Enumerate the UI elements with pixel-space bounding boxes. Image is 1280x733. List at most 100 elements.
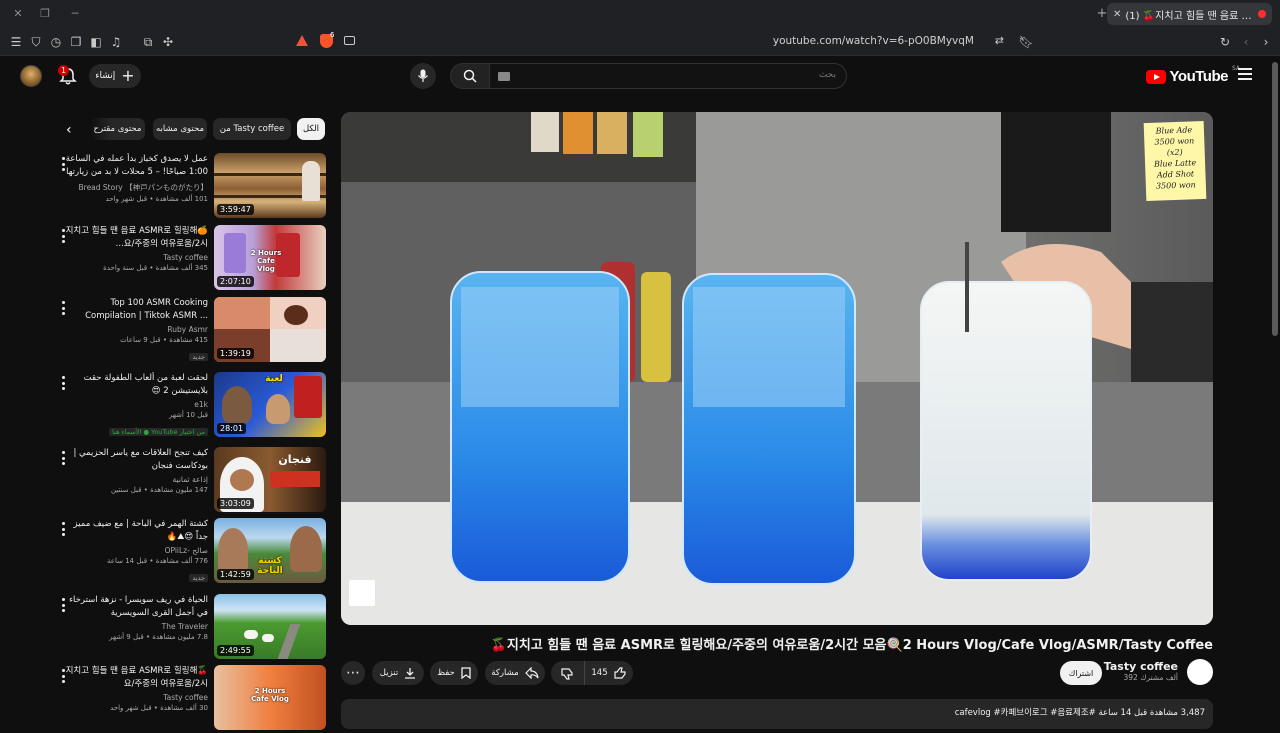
- menu-card-line: 3500 won: [1155, 180, 1196, 191]
- video-thumbnail[interactable]: لعبة 28:01: [214, 372, 326, 437]
- video-title[interactable]: الحياة في ريف سويسرا - نزهة استرخاء في أ…: [62, 594, 208, 620]
- chip-similar[interactable]: محتوى مشابه: [153, 118, 207, 140]
- channel-avatar[interactable]: [1187, 659, 1213, 685]
- search-button[interactable]: [450, 63, 490, 89]
- channel-name[interactable]: Ruby Asmr: [62, 325, 208, 334]
- address-bar[interactable]: 6 youtube.com/watch?v=6-pO0BMyvqM ⇄: [290, 31, 1010, 53]
- channel-name[interactable]: Tasty coffee: [62, 693, 208, 702]
- menu-icon[interactable]: ☰: [8, 34, 24, 50]
- video-title[interactable]: عمل لا يصدق كخباز بدأ عمله في الساعة 1:0…: [62, 153, 208, 180]
- list-item[interactable]: كشتة الهمر في الباحة | مع ضيف مميز جداً …: [56, 518, 326, 586]
- youtube-logo[interactable]: YouTube SA: [1145, 65, 1240, 85]
- view-info: 415 مشاهدة • قبل 9 ساعات: [120, 336, 208, 344]
- back-icon[interactable]: ‹: [1238, 34, 1254, 50]
- music-icon[interactable]: ♫: [108, 34, 124, 50]
- description-box[interactable]: 3,487 مشاهدة قبل 14 ساعة #cafevlog #카페브이…: [341, 699, 1213, 729]
- video-thumbnail[interactable]: 2:49:55: [214, 594, 326, 659]
- channel-name[interactable]: صالح -OPiiLz: [62, 546, 208, 555]
- more-horizontal-icon: ⋯: [346, 665, 360, 681]
- share-button[interactable]: مشاركة: [485, 661, 545, 685]
- video-frame: [341, 112, 1213, 625]
- recording-indicator-icon: [1258, 10, 1266, 18]
- search-placeholder: بحث: [818, 70, 836, 80]
- dislike-button[interactable]: [551, 661, 585, 685]
- view-info: 776 ألف مشاهدة • قبل 14 ساعة: [107, 557, 208, 565]
- youtube-wordmark: YouTube: [1169, 68, 1229, 85]
- create-button[interactable]: إنشاء +: [89, 64, 141, 88]
- channel-name[interactable]: The Traveler: [62, 622, 208, 631]
- thumbs-up-icon: [614, 666, 626, 679]
- thumbnail-text: 2 Hours Cafe Vlog: [251, 687, 289, 703]
- search-icon: [463, 69, 477, 83]
- keyboard-icon[interactable]: [498, 72, 510, 81]
- extensions-icon[interactable]: ✣: [160, 34, 176, 50]
- download-button[interactable]: تنزيل: [372, 661, 424, 685]
- tabs-icon[interactable]: ❐: [68, 34, 84, 50]
- window-restore-icon[interactable]: ❐: [37, 6, 53, 22]
- brave-rewards-icon[interactable]: [296, 35, 308, 46]
- shield-icon[interactable]: ⛉: [28, 34, 44, 50]
- user-avatar[interactable]: [20, 65, 42, 87]
- video-title[interactable]: Top 100 ASMR Cooking Compilation | Tikto…: [62, 297, 208, 323]
- thumbs-down-icon: [561, 667, 573, 680]
- translate-icon[interactable]: ⇄: [995, 34, 1004, 47]
- sidebar-icon[interactable]: ◧: [88, 34, 104, 50]
- browser-tab[interactable]: ✕ (1) 🍒지치고 힘들 땐 음료 ASMR: [1107, 3, 1272, 25]
- save-button[interactable]: حفظ: [430, 661, 478, 685]
- list-item[interactable]: كيف تنجح العلاقات مع ياسر الحزيمي | بودك…: [56, 447, 326, 515]
- video-title[interactable]: كيف تنجح العلاقات مع ياسر الحزيمي | بودك…: [62, 447, 208, 473]
- chip-from-channel[interactable]: من Tasty coffee: [213, 118, 291, 140]
- video-player[interactable]: Blue Ade 3500 won (x2) Blue Latte Add Shot 35…: [341, 112, 1213, 625]
- channel-name[interactable]: Tasty coffee: [62, 253, 208, 262]
- list-item[interactable]: لحقت لعبة من ألعاب الطفولة حقت بلايستيشن…: [56, 372, 326, 440]
- reader-mode-icon[interactable]: [344, 36, 355, 45]
- youtube-pick-badge: من اختيار YouTube ● الأسماء هنا: [109, 428, 208, 436]
- reload-icon[interactable]: ↻: [1217, 34, 1233, 50]
- voice-search-button[interactable]: [410, 63, 436, 89]
- search-input[interactable]: بحث: [489, 63, 847, 89]
- download-icon: [405, 668, 416, 679]
- history-icon[interactable]: ◷: [48, 34, 64, 50]
- forward-icon[interactable]: ›: [1258, 34, 1274, 50]
- like-button[interactable]: 145: [585, 661, 633, 685]
- more-actions-button[interactable]: ⋯: [341, 661, 365, 685]
- subscribe-button[interactable]: اشتراك: [1060, 661, 1102, 685]
- chip-related[interactable]: محتوى مقترح: [90, 118, 145, 140]
- bookmark-icon[interactable]: 🔖︎: [1018, 34, 1034, 50]
- channel-name[interactable]: إذاعة ثمانية: [62, 475, 208, 484]
- page-scrollbar[interactable]: [1272, 62, 1278, 336]
- channel-name-main[interactable]: Tasty coffee: [1104, 660, 1178, 673]
- list-item[interactable]: 🍊지치고 힘들 땐 음료 ASMR로 힐링해요/주중의 여유로움/2시... T…: [56, 225, 326, 293]
- channel-name[interactable]: Bread Story 【神戸パンものがたり】: [62, 182, 209, 193]
- video-title[interactable]: كشتة الهمر في الباحة | مع ضيف مميز جداً …: [62, 518, 208, 544]
- tab-close-icon[interactable]: ✕: [1113, 9, 1121, 20]
- video-title[interactable]: 🍊지치고 힘들 땐 음료 ASMR로 힐링해요/주중의 여유로움/2시...: [62, 225, 208, 251]
- window-close-icon[interactable]: ✕: [10, 6, 26, 22]
- new-badge: جديد: [189, 574, 208, 582]
- video-thumbnail[interactable]: 3:59:47: [214, 153, 326, 218]
- video-thumbnail[interactable]: 1:39:19: [214, 297, 326, 362]
- view-info: 30 ألف مشاهدة • قبل شهر واحد: [110, 704, 208, 712]
- screenshot-icon[interactable]: ⧉: [140, 34, 156, 50]
- thumbnail-text: فنجان: [278, 453, 312, 466]
- video-thumbnail[interactable]: 2 Hours Cafe Vlog: [214, 665, 326, 730]
- channel-name[interactable]: e1k: [62, 400, 208, 409]
- list-item[interactable]: عمل لا يصدق كخباز بدأ عمله في الساعة 1:0…: [56, 153, 326, 221]
- chips-scroll-left-icon[interactable]: ‹: [66, 122, 72, 138]
- video-title[interactable]: 🍒지치고 힘들 땐 음료 ASMR로 힐링해요/주중의 여유로움/2시: [62, 665, 208, 691]
- chip-all[interactable]: الكل: [297, 118, 325, 140]
- video-title[interactable]: لحقت لعبة من ألعاب الطفولة حقت بلايستيشن…: [62, 372, 208, 398]
- window-minimize-icon[interactable]: ─: [67, 6, 83, 22]
- view-info: 7.8 مليون مشاهدة • قبل 9 أشهر: [109, 633, 208, 641]
- video-thumbnail[interactable]: كشتة الباحة 1:42:59: [214, 518, 326, 583]
- url-text[interactable]: youtube.com/watch?v=6-pO0BMyvqM: [773, 35, 974, 47]
- video-thumbnail[interactable]: فنجان 3:03:09: [214, 447, 326, 512]
- guide-menu-icon[interactable]: [1238, 68, 1252, 80]
- channel-watermark[interactable]: [349, 580, 375, 606]
- video-title-main: 🍒지치고 힘들 땐 음료 ASMR로 힐링해요/주중의 여유로움/2시간 모음🍭…: [490, 638, 1213, 653]
- list-item[interactable]: 🍒지치고 힘들 땐 음료 ASMR로 힐링해요/주중의 여유로움/2시 Tast…: [56, 665, 326, 733]
- like-dislike-group: 145: [551, 661, 633, 685]
- list-item[interactable]: الحياة في ريف سويسرا - نزهة استرخاء في أ…: [56, 594, 326, 662]
- video-thumbnail[interactable]: 2 Hours Cafe Vlog 2:07:10: [214, 225, 326, 290]
- list-item[interactable]: Top 100 ASMR Cooking Compilation | Tikto…: [56, 297, 326, 365]
